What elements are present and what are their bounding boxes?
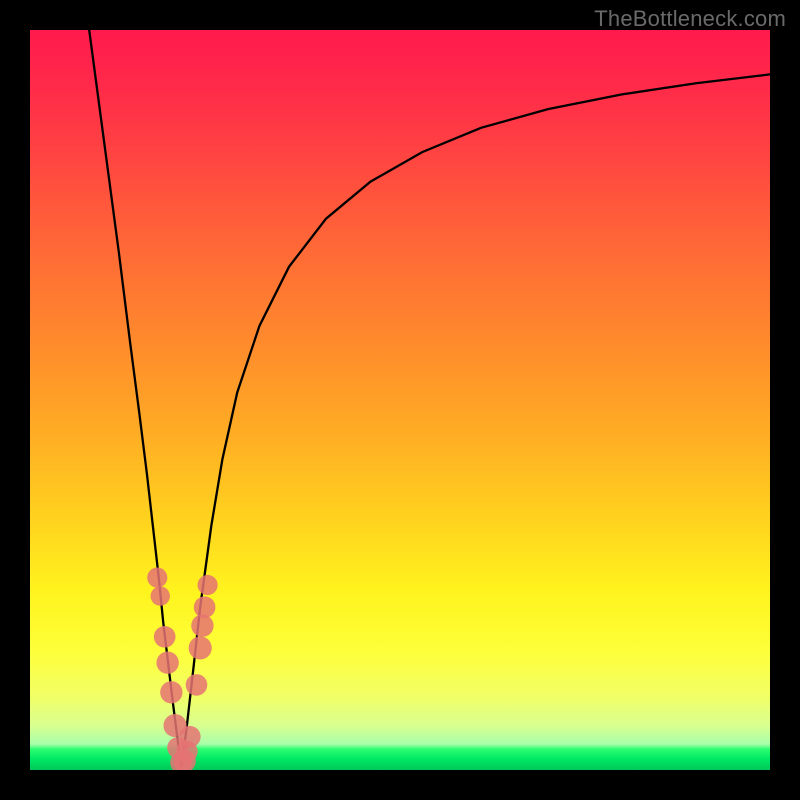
data-dot (198, 575, 218, 595)
data-dot (186, 674, 208, 696)
data-dot (156, 652, 178, 674)
chart-frame: TheBottleneck.com (0, 0, 800, 800)
bottleneck-curve-right-path (182, 74, 770, 766)
data-dot (191, 615, 213, 637)
data-dot (151, 586, 170, 605)
plot-area (30, 30, 770, 770)
curve-layer (30, 30, 770, 770)
data-dot (160, 681, 182, 703)
data-dot (194, 596, 216, 618)
data-dot (179, 726, 201, 748)
watermark-text: TheBottleneck.com (594, 6, 786, 32)
data-dot (189, 636, 212, 659)
scatter-dots (147, 568, 217, 770)
data-dot (154, 626, 176, 648)
data-dot (147, 568, 167, 588)
